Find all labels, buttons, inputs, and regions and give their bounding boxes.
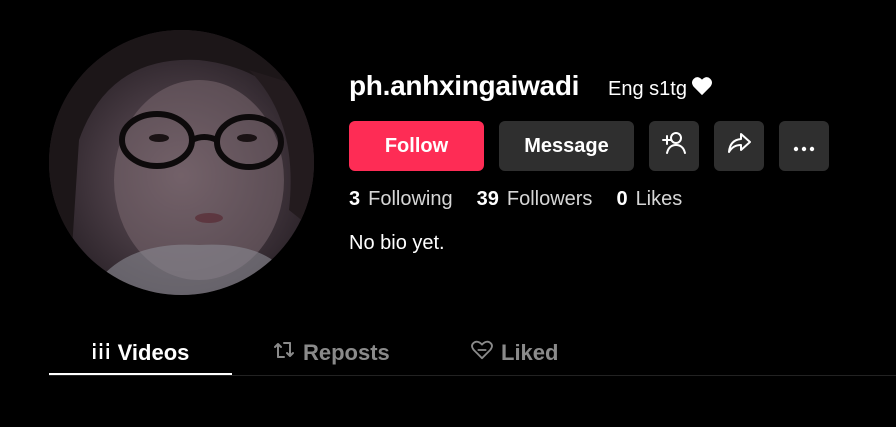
more-dots-icon [793, 135, 815, 158]
profile-stats: 3 Following 39 Followers 0 Likes [349, 188, 682, 211]
stat-label: Following [368, 188, 453, 210]
follow-button[interactable]: Follow [349, 121, 484, 171]
tab-label: Reposts [303, 340, 390, 365]
more-options-button[interactable] [779, 121, 829, 171]
nickname-text: Eng s1tg [608, 77, 687, 100]
avatar [49, 30, 314, 295]
tab-videos[interactable]: Videos [49, 330, 232, 376]
add-friend-button[interactable] [649, 121, 699, 171]
stat-likes: 0 Likes [616, 188, 682, 211]
tab-label: Videos [117, 340, 190, 365]
repost-icon [273, 340, 295, 366]
stat-value: 39 [476, 188, 499, 210]
avatar-photo [49, 30, 314, 295]
white-heart-icon [691, 76, 713, 102]
stat-followers[interactable]: 39 Followers [477, 188, 593, 211]
share-arrow-icon [726, 130, 752, 162]
stat-value: 3 [349, 188, 361, 210]
bio-text: No bio yet. [349, 232, 445, 254]
videos-grid-icon [92, 340, 110, 366]
nickname: Eng s1tg [608, 76, 713, 102]
add-person-icon [661, 130, 687, 162]
profile-tabs: Videos Reposts Liked [49, 330, 896, 376]
stat-label: Followers [506, 188, 593, 210]
tab-label: Liked [501, 340, 559, 365]
liked-heart-icon [471, 340, 493, 366]
stat-label: Likes [635, 188, 683, 210]
tab-liked[interactable]: Liked [471, 330, 558, 376]
stat-following[interactable]: 3 Following [349, 188, 453, 211]
share-button[interactable] [714, 121, 764, 171]
stat-value: 0 [616, 188, 628, 210]
message-button[interactable]: Message [499, 121, 634, 171]
tab-reposts[interactable]: Reposts [273, 330, 390, 376]
username: ph.anhxingaiwadi [349, 70, 580, 101]
active-tab-underline [49, 373, 232, 375]
